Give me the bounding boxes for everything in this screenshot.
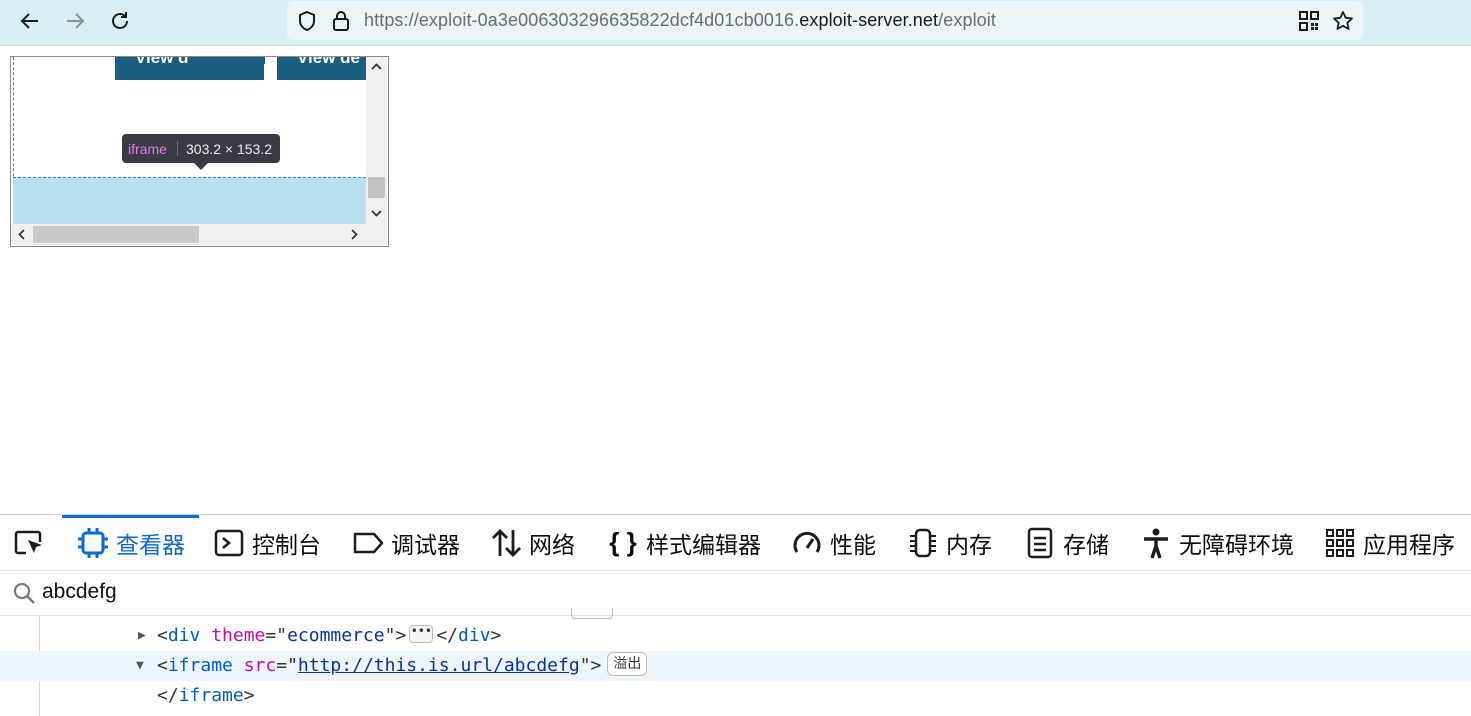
address-bar[interactable]: https://exploit-0a3e006303296635822dcf4d… xyxy=(287,1,1363,40)
tooltip-separator xyxy=(177,141,178,156)
view-details-button[interactable]: View d xyxy=(115,57,265,80)
tab-style-editor[interactable]: { } 样式编辑器 xyxy=(606,515,761,570)
memory-icon xyxy=(906,526,940,560)
tag-name: div xyxy=(167,625,201,646)
tag-name: iframe xyxy=(178,685,244,706)
scroll-up-icon[interactable] xyxy=(370,60,383,76)
collapsed-badge xyxy=(571,608,613,619)
tab-label: 存储 xyxy=(1063,531,1109,558)
qr-code-icon[interactable] xyxy=(1297,9,1321,33)
element-picker-button[interactable] xyxy=(12,515,52,570)
reload-icon[interactable] xyxy=(104,6,136,36)
shield-icon[interactable] xyxy=(295,9,319,33)
tag-name: iframe xyxy=(167,655,233,676)
forward-arrow-icon[interactable] xyxy=(59,6,91,36)
tab-label: 控制台 xyxy=(252,531,321,558)
tree-node-div[interactable]: ▶ <div theme="ecommerce"> ••• </div> xyxy=(0,621,1471,651)
tab-performance[interactable]: 性能 xyxy=(790,515,876,570)
tooltip-pointer xyxy=(194,163,208,170)
lock-icon[interactable] xyxy=(329,9,353,33)
button-gap xyxy=(264,64,277,80)
collapse-arrow-icon[interactable]: ▼ xyxy=(136,651,144,681)
tab-label: 性能 xyxy=(830,531,876,558)
tab-debugger[interactable]: 调试器 xyxy=(351,515,460,570)
browser-toolbar: https://exploit-0a3e006303296635822dcf4d… xyxy=(0,0,1471,46)
tree-node-iframe-close[interactable]: </iframe> xyxy=(0,681,1471,711)
scrollbar-thumb[interactable] xyxy=(368,177,385,198)
debugger-icon xyxy=(351,526,385,560)
url-domain: exploit-server.net xyxy=(799,10,939,30)
tooltip-dimensions: 303.2 × 153.2 xyxy=(186,141,273,157)
tab-label: 无障碍环境 xyxy=(1179,531,1294,558)
tab-label: 调试器 xyxy=(391,531,460,558)
element-tooltip: iframe 303.2 × 153.2 xyxy=(122,134,280,170)
attr-value: ecommerce xyxy=(287,625,385,646)
tab-memory[interactable]: 内存 xyxy=(906,515,992,570)
url-text: https://exploit-0a3e006303296635822dcf4d… xyxy=(364,10,996,30)
tab-label: 网络 xyxy=(529,531,575,558)
inspector-icon xyxy=(76,526,110,560)
ellipsis-button[interactable]: ••• xyxy=(409,625,434,643)
inspector-search[interactable]: abcdefg xyxy=(0,571,1471,616)
scroll-down-icon[interactable] xyxy=(370,207,383,223)
horizontal-scrollbar[interactable] xyxy=(11,224,366,245)
accessibility-icon xyxy=(1139,526,1173,560)
scroll-right-icon[interactable] xyxy=(348,228,361,244)
attr-name: theme xyxy=(211,625,266,646)
markup-tree: ▶ <div theme="ecommerce"> ••• </div> ▼ <if… xyxy=(0,608,1471,716)
scrollbar-thumb[interactable] xyxy=(33,226,199,243)
bookmark-star-icon[interactable] xyxy=(1331,9,1355,33)
tab-application[interactable]: 应用程序 xyxy=(1323,515,1455,570)
tab-accessibility[interactable]: 无障碍环境 xyxy=(1139,515,1294,570)
attr-value-link[interactable]: http://this.is.url/abcdefg xyxy=(298,655,580,676)
element-picker-icon xyxy=(12,526,46,560)
scroll-left-icon[interactable] xyxy=(15,228,28,244)
tab-label: 样式编辑器 xyxy=(646,531,761,558)
style-editor-icon: { } xyxy=(609,527,637,557)
tab-label: 查看器 xyxy=(116,531,185,558)
overflow-badge[interactable]: 溢出 xyxy=(607,652,648,676)
tab-network[interactable]: 网络 xyxy=(489,515,575,570)
search-input[interactable]: abcdefg xyxy=(42,580,117,604)
expand-arrow-icon[interactable]: ▶ xyxy=(138,621,146,651)
performance-icon xyxy=(790,526,824,560)
storage-icon xyxy=(1023,526,1057,560)
application-icon xyxy=(1323,526,1357,560)
attr-name: src xyxy=(243,655,277,676)
tab-label: 内存 xyxy=(946,531,992,558)
tab-console[interactable]: 控制台 xyxy=(212,515,321,570)
url-path: /exploit xyxy=(938,10,996,30)
vertical-scrollbar[interactable] xyxy=(366,57,387,224)
search-icon xyxy=(12,581,36,610)
tab-inspector[interactable]: 查看器 xyxy=(62,515,199,570)
network-icon xyxy=(489,526,523,560)
tab-label: 应用程序 xyxy=(1363,531,1455,558)
devtools-tabbar: 查看器 控制台 调试器 网络 { } 样式编辑器 性能 内存 存储 无障碍环境 … xyxy=(0,515,1471,571)
tooltip-tag: iframe xyxy=(128,141,167,157)
tree-node-iframe[interactable]: ▼ <iframe src="http://this.is.url/abcdef… xyxy=(0,651,1471,681)
devtools-panel: 查看器 控制台 调试器 网络 { } 样式编辑器 性能 内存 存储 无障碍环境 … xyxy=(0,514,1471,716)
console-icon xyxy=(212,526,246,560)
back-arrow-icon[interactable] xyxy=(14,6,46,36)
tab-storage[interactable]: 存储 xyxy=(1023,515,1109,570)
iframe-highlight xyxy=(13,177,366,224)
scrollbar-corner xyxy=(366,224,387,245)
